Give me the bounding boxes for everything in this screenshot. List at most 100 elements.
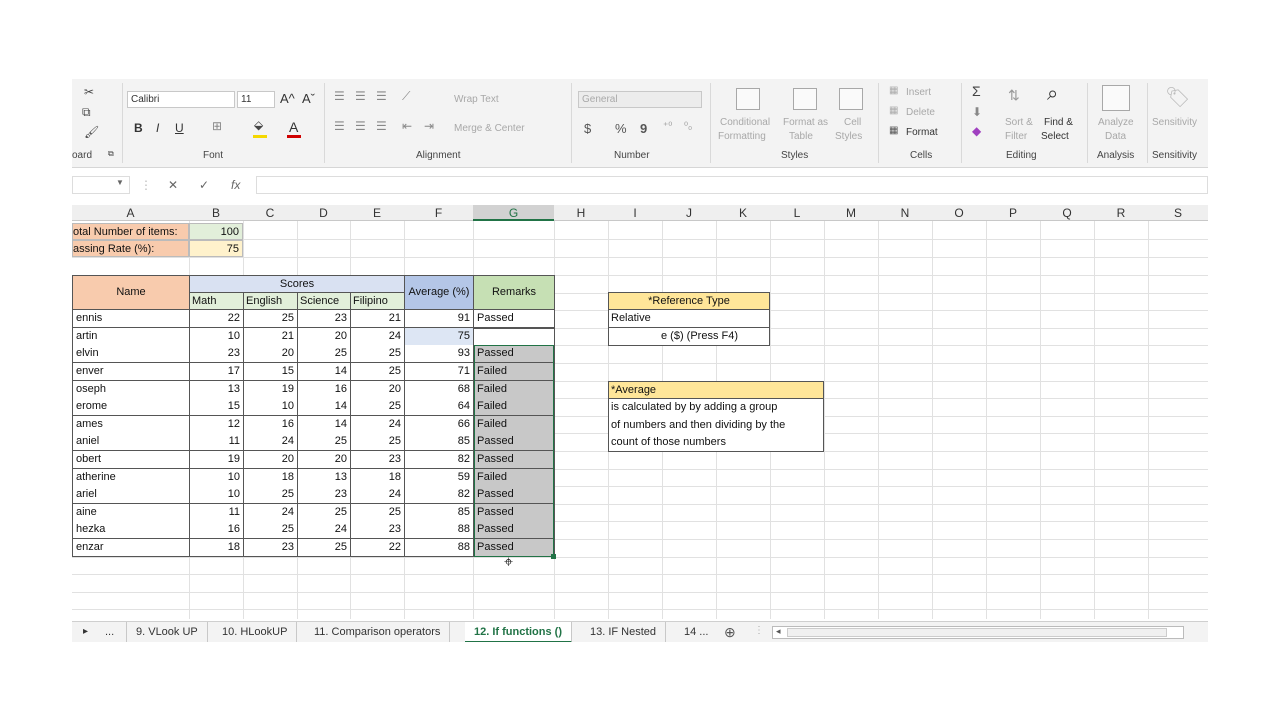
col-header-j[interactable]: J — [662, 205, 716, 221]
col-header-c[interactable]: C — [243, 205, 297, 221]
cell-average[interactable]: 68 — [404, 381, 474, 399]
align-top-icon[interactable]: ☰ — [334, 89, 345, 103]
cell-styles-line1[interactable]: Cell — [844, 117, 861, 128]
cell-math[interactable]: 13 — [189, 381, 244, 399]
tab-splitter-icon[interactable]: ⋮ — [754, 625, 764, 636]
cell-english[interactable]: 20 — [243, 345, 298, 363]
cell-english[interactable]: 20 — [243, 451, 298, 469]
analyze-data-icon[interactable] — [1102, 85, 1130, 111]
align-center-icon[interactable]: ☰ — [355, 119, 366, 133]
cell-name[interactable]: aniel — [72, 433, 190, 451]
cell-name[interactable]: artin — [72, 328, 190, 346]
cell-name[interactable]: enver — [72, 363, 190, 381]
clear-icon[interactable]: ◆ — [972, 124, 981, 138]
cell-science[interactable]: 14 — [297, 416, 351, 434]
fill-color-icon[interactable]: ⬙ — [254, 118, 263, 132]
format-as-table-icon[interactable] — [793, 88, 817, 110]
cell-average[interactable]: 85 — [404, 433, 474, 451]
cell-science[interactable]: 13 — [297, 469, 351, 487]
cell-average[interactable]: 66 — [404, 416, 474, 434]
col-header-f[interactable]: F — [404, 205, 473, 221]
autosum-icon[interactable]: Σ — [972, 83, 981, 99]
cell-average[interactable]: 71 — [404, 363, 474, 381]
avg-note-title[interactable]: *Average — [608, 381, 824, 399]
avg-note-line3[interactable]: count of those numbers — [608, 434, 824, 452]
cell-math[interactable]: 16 — [189, 521, 244, 539]
add-sheet-icon[interactable]: ⊕ — [724, 624, 736, 641]
delete-icon[interactable]: ▦ — [889, 105, 898, 116]
total-items-label[interactable]: otal Number of items: — [72, 223, 189, 240]
cell-filipino[interactable]: 23 — [350, 451, 405, 469]
cell-science[interactable]: 24 — [297, 521, 351, 539]
header-name[interactable]: Name — [72, 275, 190, 310]
wrap-text-button[interactable]: Wrap Text — [454, 94, 499, 105]
borders-icon[interactable]: ⊞ — [212, 119, 222, 133]
cell-filipino[interactable]: 21 — [350, 310, 405, 328]
cell-filipino[interactable]: 18 — [350, 469, 405, 487]
fill-handle[interactable] — [551, 554, 556, 559]
cell-average[interactable]: 82 — [404, 486, 474, 504]
col-header-n[interactable]: N — [878, 205, 932, 221]
header-english[interactable]: English — [243, 292, 298, 310]
cell-science[interactable]: 16 — [297, 381, 351, 399]
cell-math[interactable]: 12 — [189, 416, 244, 434]
conditional-formatting-line2[interactable]: Formatting — [718, 131, 766, 142]
cell-english[interactable]: 24 — [243, 433, 298, 451]
col-header-h[interactable]: H — [554, 205, 608, 221]
ref-type-title[interactable]: *Reference Type — [608, 292, 770, 310]
col-header-b[interactable]: B — [189, 205, 243, 221]
cell-english[interactable]: 25 — [243, 486, 298, 504]
col-header-l[interactable]: L — [770, 205, 824, 221]
cell-filipino[interactable]: 24 — [350, 486, 405, 504]
cell-english[interactable]: 10 — [243, 398, 298, 416]
cell-average[interactable]: 64 — [404, 398, 474, 416]
cell-english[interactable]: 16 — [243, 416, 298, 434]
col-header-k[interactable]: K — [716, 205, 770, 221]
cell-styles-icon[interactable] — [839, 88, 863, 110]
cell-english[interactable]: 25 — [243, 310, 298, 328]
underline-button[interactable]: U — [175, 121, 184, 135]
conditional-formatting-line1[interactable]: Conditional — [720, 117, 770, 128]
grow-font-button[interactable]: A^ — [280, 91, 295, 106]
cell-filipino[interactable]: 25 — [350, 363, 405, 381]
increase-indent-icon[interactable]: ⇥ — [424, 119, 434, 133]
total-items-value[interactable]: 100 — [189, 223, 243, 240]
tab-more-right[interactable]: 14 ... — [675, 622, 717, 642]
insert-button[interactable]: Insert — [906, 87, 931, 98]
cell-math[interactable]: 19 — [189, 451, 244, 469]
cell-name[interactable]: aine — [72, 504, 190, 522]
cell-remarks[interactable] — [473, 328, 555, 346]
enter-icon[interactable]: ✓ — [199, 178, 209, 192]
scissors-icon[interactable]: ✂ — [84, 85, 94, 99]
cell-name[interactable]: ames — [72, 416, 190, 434]
delete-button[interactable]: Delete — [906, 107, 935, 118]
scroll-left-icon[interactable]: ◂ — [776, 626, 781, 637]
comma-button[interactable]: 9 — [640, 121, 647, 136]
cell-name[interactable]: atherine — [72, 469, 190, 487]
cell-name[interactable]: erome — [72, 398, 190, 416]
cell-average[interactable]: 88 — [404, 539, 474, 557]
cell-math[interactable]: 10 — [189, 328, 244, 346]
number-format-select[interactable]: General — [578, 91, 702, 108]
dialog-launcher-icon[interactable]: ⧉ — [108, 149, 114, 159]
cell-filipino[interactable]: 25 — [350, 345, 405, 363]
cell-math[interactable]: 22 — [189, 310, 244, 328]
cell-science[interactable]: 23 — [297, 486, 351, 504]
cell-name[interactable]: obert — [72, 451, 190, 469]
format-painter-icon[interactable]: 🖌 — [84, 125, 99, 139]
cell-average[interactable]: 85 — [404, 504, 474, 522]
passing-rate-value[interactable]: 75 — [189, 240, 243, 257]
conditional-formatting-icon[interactable] — [736, 88, 760, 110]
cell-english[interactable]: 21 — [243, 328, 298, 346]
italic-button[interactable]: I — [156, 121, 159, 135]
cell-science[interactable]: 25 — [297, 504, 351, 522]
cell-english[interactable]: 24 — [243, 504, 298, 522]
shrink-font-button[interactable]: Aˇ — [302, 91, 315, 106]
cell-english[interactable]: 25 — [243, 521, 298, 539]
sensitivity-icon[interactable]: 🏷 — [1165, 85, 1190, 110]
cell-remarks[interactable]: Passed — [473, 310, 555, 328]
cell-science[interactable]: 14 — [297, 398, 351, 416]
col-header-m[interactable]: M — [824, 205, 878, 221]
align-bottom-icon[interactable]: ☰ — [376, 89, 387, 103]
header-average[interactable]: Average (%) — [404, 275, 474, 310]
